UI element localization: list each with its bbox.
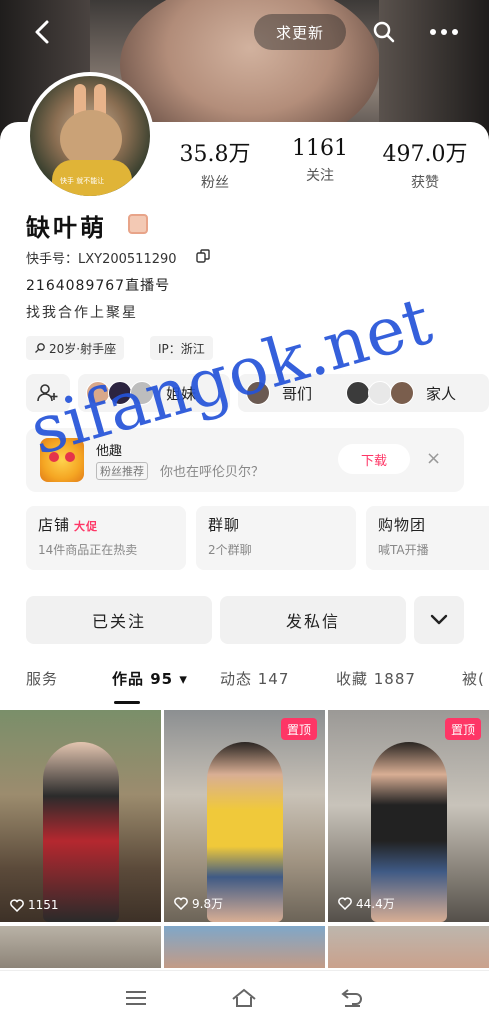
pinned-badge: 置顶 bbox=[444, 718, 481, 740]
rec-description: 你也在呼伦贝尔？ bbox=[160, 465, 265, 480]
rec-badge: 粉丝推荐 bbox=[96, 462, 148, 480]
stats-row: 35.8万 粉丝 1161 关注 497.0万 获赞 bbox=[170, 136, 470, 192]
tab-moments[interactable]: 动态 147 bbox=[220, 668, 289, 689]
search-button[interactable] bbox=[366, 14, 402, 50]
more-actions-button[interactable] bbox=[414, 596, 464, 644]
bio-line: 找我合作上聚星 bbox=[26, 305, 138, 321]
heart-icon bbox=[10, 898, 24, 912]
profile-name: 缺叶萌 bbox=[26, 214, 107, 242]
promo-badge: 大促 bbox=[74, 520, 99, 533]
heart-icon bbox=[174, 897, 188, 910]
stat-fans[interactable]: 35.8万 粉丝 bbox=[170, 136, 260, 192]
video-thumbnail-figure bbox=[42, 742, 119, 922]
stat-label: 关注 bbox=[306, 168, 334, 184]
stat-label: 获赞 bbox=[411, 175, 439, 191]
tab-favorites[interactable]: 收藏 1887 bbox=[336, 668, 416, 689]
profile-card: 快手 就不能让 35.8万 粉丝 1161 关注 497.0万 获赞 缺叶萌 快… bbox=[0, 72, 489, 1024]
like-count: 44.4万 bbox=[338, 895, 395, 912]
back-nav-button[interactable] bbox=[332, 981, 372, 1015]
like-count: 1151 bbox=[10, 898, 59, 912]
close-icon[interactable]: × bbox=[426, 448, 441, 469]
level-badge-icon bbox=[128, 214, 148, 234]
menu-button[interactable] bbox=[116, 981, 156, 1015]
bio-line: 2164089767直播号 bbox=[26, 278, 171, 294]
video-tile[interactable] bbox=[328, 926, 489, 968]
shop-card-store[interactable]: 店铺 大促 14件商品正在热卖 bbox=[26, 506, 186, 570]
avatar[interactable]: 快手 就不能让 bbox=[26, 72, 154, 200]
action-row: 已关注 发私信 bbox=[26, 596, 464, 644]
group-family[interactable]: 家人 bbox=[338, 374, 489, 412]
tag-label: 20岁·射手座 bbox=[49, 341, 117, 356]
followed-button[interactable]: 已关注 bbox=[26, 596, 212, 644]
video-tile[interactable] bbox=[0, 926, 161, 968]
female-icon bbox=[35, 343, 45, 353]
tab-works[interactable]: 作品 95 ▾ bbox=[112, 668, 188, 689]
video-tile[interactable]: 1151 bbox=[0, 710, 161, 922]
member-avatar bbox=[390, 381, 414, 405]
heart-icon bbox=[338, 897, 352, 910]
home-button[interactable] bbox=[224, 981, 264, 1015]
menu-icon bbox=[126, 991, 146, 1005]
pinned-badge: 置顶 bbox=[280, 718, 317, 740]
tab-underline bbox=[114, 701, 140, 704]
message-button[interactable]: 发私信 bbox=[220, 596, 406, 644]
request-update-button[interactable]: 求更新 bbox=[254, 14, 346, 50]
video-tile[interactable] bbox=[164, 926, 325, 968]
like-count: 9.8万 bbox=[174, 895, 223, 912]
stat-number: 35.8万 bbox=[179, 142, 251, 167]
group-label: 家人 bbox=[426, 384, 457, 403]
return-icon bbox=[341, 989, 362, 1007]
stat-number: 497.0万 bbox=[382, 142, 468, 167]
content-tabs: 服务 作品 95 ▾ 动态 147 收藏 1887 被( bbox=[0, 668, 489, 704]
shop-subtitle: 喊TA开播 bbox=[378, 543, 429, 557]
stat-number: 1161 bbox=[292, 136, 348, 161]
age-tag: 20岁·射手座 bbox=[26, 336, 125, 360]
shop-subtitle: 14件商品正在热卖 bbox=[38, 543, 138, 557]
system-nav-bar bbox=[0, 970, 489, 1024]
tab-liked[interactable]: 被( bbox=[462, 668, 485, 689]
shop-subtitle: 2个群聊 bbox=[208, 543, 252, 557]
avatar-caption: 快手 就不能让 bbox=[60, 177, 105, 185]
more-icon bbox=[430, 29, 458, 35]
shop-title: 店铺 大促 bbox=[38, 516, 99, 534]
kuaishou-id: 快手号：LXY200511290 bbox=[26, 252, 177, 267]
chevron-down-icon bbox=[430, 614, 448, 625]
stat-label: 粉丝 bbox=[201, 175, 229, 191]
stat-following[interactable]: 1161 关注 bbox=[275, 136, 365, 192]
rec-download-button[interactable]: 下载 bbox=[338, 444, 410, 474]
stat-likes[interactable]: 497.0万 获赞 bbox=[380, 136, 470, 192]
home-icon bbox=[232, 988, 256, 1007]
copy-icon[interactable] bbox=[196, 249, 210, 263]
shop-card-group-chat[interactable]: 群聊 2个群聊 bbox=[196, 506, 356, 570]
member-avatar bbox=[368, 381, 392, 405]
back-button[interactable] bbox=[24, 14, 60, 50]
shop-title: 购物团 bbox=[378, 516, 427, 534]
tab-service[interactable]: 服务 bbox=[26, 668, 58, 689]
more-button[interactable] bbox=[424, 14, 464, 50]
shop-card-shopping-group[interactable]: 购物团 喊TA开播 bbox=[366, 506, 489, 570]
search-icon bbox=[373, 21, 395, 43]
video-tile[interactable]: 置顶 9.8万 bbox=[164, 710, 325, 922]
video-tile[interactable]: 置顶 44.4万 bbox=[328, 710, 489, 922]
shop-row: 店铺 大促 14件商品正在热卖 群聊 2个群聊 购物团 喊TA开播 bbox=[26, 506, 489, 570]
back-arrow-icon bbox=[35, 20, 49, 44]
shop-title: 群聊 bbox=[208, 516, 241, 534]
member-avatar bbox=[346, 381, 370, 405]
